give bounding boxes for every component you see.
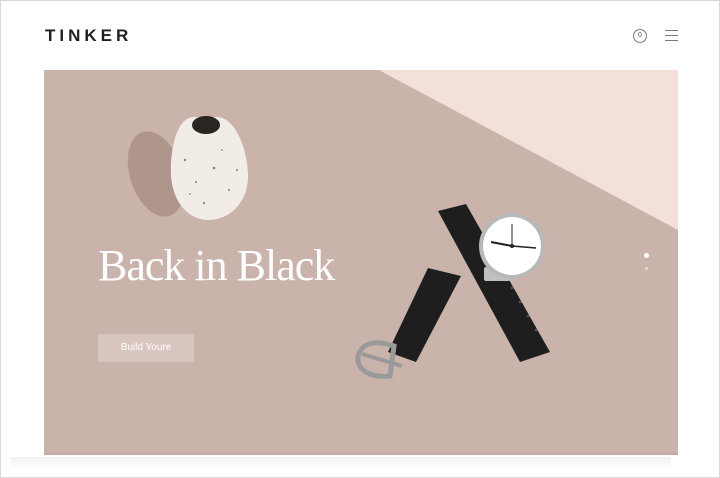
slider-dot[interactable] — [645, 267, 648, 270]
brand-logo[interactable]: TINKER — [45, 26, 132, 46]
hero-headline: Back in Black — [98, 241, 335, 290]
speckled-vase — [170, 116, 249, 221]
menu-line — [665, 40, 678, 41]
slider-dot-active[interactable] — [644, 253, 649, 258]
build-yours-button[interactable]: Build Youre — [98, 334, 194, 362]
menu-line — [665, 35, 678, 36]
menu-line — [665, 30, 678, 31]
watch-face — [479, 213, 545, 281]
page-fold-shadow — [11, 457, 671, 469]
light-backdrop — [379, 70, 678, 230]
page-frame: TINKER 0 Back in Black Build Youre — [0, 0, 720, 478]
hero-banner: Back in Black Build Youre — [44, 70, 678, 455]
watch-strap-lower — [355, 268, 461, 379]
slider-pagination — [644, 253, 650, 273]
hero-bottom-edge — [44, 451, 678, 455]
hamburger-menu-icon[interactable] — [665, 30, 678, 41]
cart-count-icon[interactable]: 0 — [633, 29, 647, 43]
